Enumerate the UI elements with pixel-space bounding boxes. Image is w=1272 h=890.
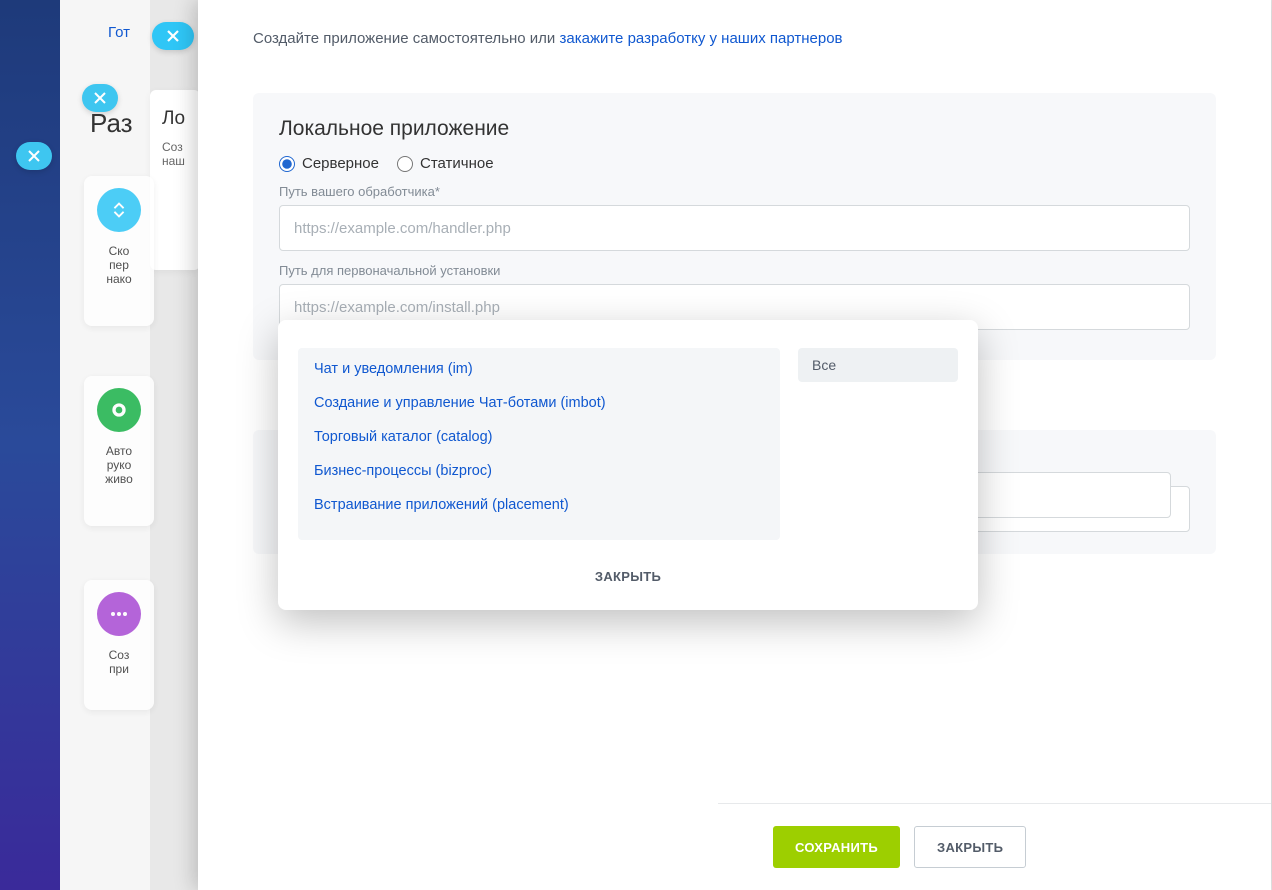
panel-footer: СОХРАНИТЬ ЗАКРЫТЬ (718, 803, 1271, 890)
form-title: Локальное приложение (279, 117, 1190, 141)
close-button[interactable]: ЗАКРЫТЬ (914, 826, 1026, 868)
close-layer-1-button[interactable] (16, 142, 52, 170)
intro-prefix: Создайте приложение самостоятельно или (253, 30, 559, 47)
close-layer-3-button[interactable] (152, 22, 194, 50)
popup-side-column: Все (798, 348, 958, 540)
list-item[interactable]: Создание и управление Чат-ботами (imbot) (298, 386, 780, 420)
bg-tab: Гот (108, 24, 130, 41)
bg-card-line: Ско (96, 244, 142, 258)
side-filter-all[interactable]: Все (798, 348, 958, 382)
radio-static[interactable]: Статичное (397, 155, 494, 172)
save-button[interactable]: СОХРАНИТЬ (773, 826, 900, 868)
list-item[interactable]: Бизнес-процессы (bizproc) (298, 454, 780, 488)
radio-static-label: Статичное (420, 155, 494, 172)
handler-input[interactable] (279, 205, 1190, 251)
intro-link[interactable]: закажите разработку у наших партнеров (559, 30, 842, 47)
bg-card-line: руко (96, 458, 142, 472)
bg-card-line: пер (96, 258, 142, 272)
list-item[interactable]: Чат и уведомления (im) (298, 352, 780, 386)
bg-panel-text: Соз (162, 140, 188, 154)
bg-panel-text2: наш (162, 154, 188, 168)
bg-section-title: Раз (90, 108, 133, 139)
list-item[interactable]: Встраивание приложений (placement) (298, 488, 780, 522)
popup-close-button[interactable]: ЗАКРЫТЬ (595, 569, 661, 584)
bg-card-line: Авто (96, 444, 142, 458)
bg-card-line: живо (96, 472, 142, 486)
bg-card: Ско пер нако (84, 176, 154, 326)
permissions-popup: Чат и уведомления (im) Создание и управл… (278, 320, 978, 610)
handler-label: Путь вашего обработчика* (279, 184, 1190, 199)
radio-server[interactable]: Серверное (279, 155, 379, 172)
intro-text: Создайте приложение самостоятельно или з… (253, 30, 1216, 47)
bg-card-line: нако (96, 272, 142, 286)
bg-panel: Ло Соз наш (150, 90, 200, 270)
radio-server-label: Серверное (302, 155, 379, 172)
bg-card: Авто руко живо (84, 376, 154, 526)
bg-card-line: при (96, 662, 142, 676)
bg-card-line: Соз (96, 648, 142, 662)
list-item[interactable]: Торговый каталог (catalog) (298, 420, 780, 454)
permissions-listbox[interactable]: Чат и уведомления (im) Создание и управл… (298, 348, 780, 540)
bg-panel-title: Ло (162, 108, 188, 130)
radio-static-input[interactable] (397, 156, 413, 172)
bg-card: Соз при (84, 580, 154, 710)
install-label: Путь для первоначальной установки (279, 263, 1190, 278)
bg-left-stripe (0, 0, 60, 890)
radio-server-input[interactable] (279, 156, 295, 172)
